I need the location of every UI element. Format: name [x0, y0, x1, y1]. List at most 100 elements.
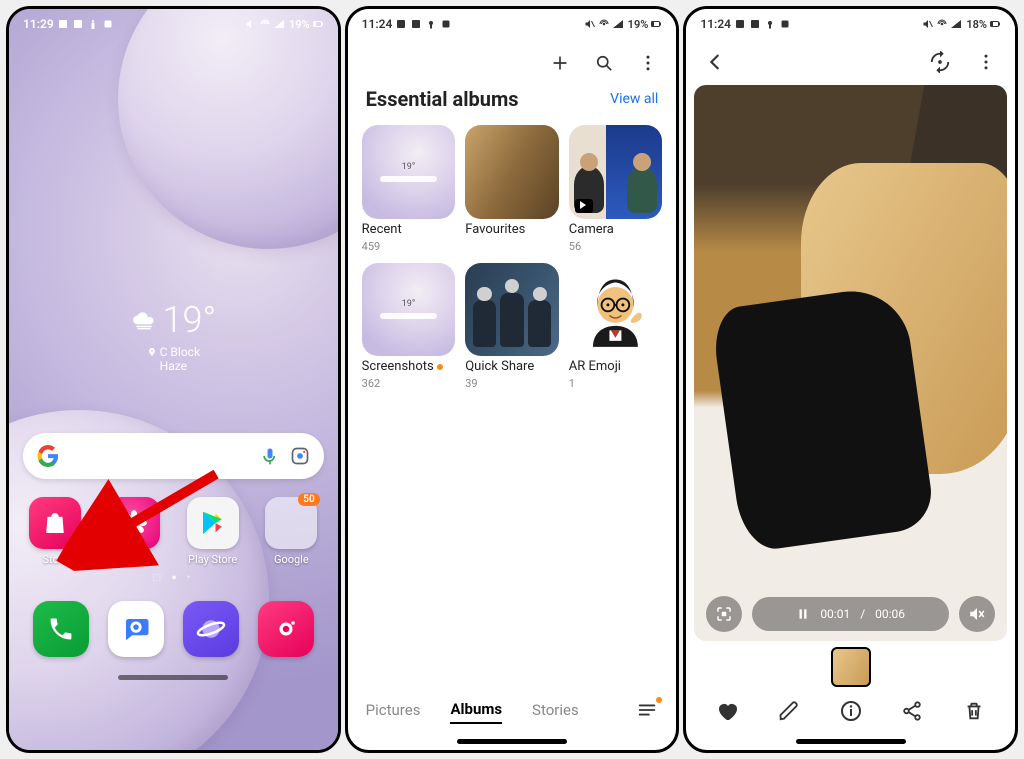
dock-phone[interactable]	[33, 601, 89, 657]
lens-icon[interactable]	[290, 446, 310, 466]
favourite-button[interactable]	[713, 697, 741, 725]
album-count: 459	[362, 240, 456, 253]
mute-button[interactable]	[959, 596, 995, 632]
pause-icon	[796, 607, 810, 621]
weather-location: C Block	[160, 345, 200, 359]
battery-percent: 19%	[289, 18, 310, 31]
album-thumb: 19°	[362, 263, 456, 357]
dock-messages[interactable]	[108, 601, 164, 657]
album-recent[interactable]: 19° Recent 459	[362, 125, 456, 253]
current-frame-thumb	[831, 647, 871, 687]
search-button[interactable]	[594, 53, 614, 73]
status-bar: 11:24 19%	[348, 9, 677, 39]
album-name: Quick Share	[465, 359, 559, 374]
frame-strip[interactable]	[686, 641, 1015, 689]
cloud-icon	[131, 307, 157, 333]
hamburger-icon	[636, 699, 658, 721]
tab-albums[interactable]: Albums	[450, 700, 502, 724]
status-time: 11:24	[362, 17, 393, 31]
album-screenshots[interactable]: 19° Screenshots 362	[362, 263, 456, 391]
gesture-bar[interactable]	[796, 739, 906, 744]
phone-icon	[47, 615, 75, 643]
tab-pictures[interactable]: Pictures	[366, 701, 421, 723]
chevron-left-icon	[704, 51, 726, 73]
album-thumb	[465, 125, 559, 219]
gesture-bar[interactable]	[457, 739, 567, 744]
add-button[interactable]	[550, 53, 570, 73]
playback-pill[interactable]: 00:01 / 00:06	[752, 597, 949, 631]
edit-button[interactable]	[775, 697, 803, 725]
album-quick-share[interactable]: Quick Share 39	[465, 263, 559, 391]
more-button[interactable]	[973, 49, 999, 75]
album-thumb	[569, 263, 663, 357]
video-player[interactable]: 00:01 / 00:06	[694, 85, 1007, 641]
weather-temp: 19°	[163, 299, 217, 341]
album-name: Recent	[362, 222, 456, 237]
tabs-menu-button[interactable]	[636, 699, 658, 725]
share-icon	[901, 700, 923, 722]
delete-button[interactable]	[960, 697, 988, 725]
kebab-icon	[638, 53, 658, 73]
album-count: 56	[569, 240, 663, 253]
info-icon	[839, 699, 863, 723]
mute-icon	[968, 605, 986, 623]
weather-widget[interactable]: 19° C Block Haze	[9, 299, 338, 373]
notification-dot-icon	[656, 697, 662, 703]
weather-condition: Haze	[9, 359, 338, 373]
share-button[interactable]	[898, 697, 926, 725]
album-count: 1	[569, 377, 663, 390]
remaster-icon	[929, 51, 951, 73]
section-title: Essential albums	[366, 87, 519, 111]
capture-frame-button[interactable]	[706, 596, 742, 632]
back-button[interactable]	[702, 49, 728, 75]
video-content	[710, 284, 936, 553]
shopping-bag-icon	[40, 508, 70, 538]
gesture-bar[interactable]	[118, 675, 228, 680]
status-time: 11:24	[700, 17, 731, 31]
album-thumb: 19°	[362, 125, 456, 219]
avatar-icon	[578, 272, 653, 347]
dock	[9, 583, 338, 675]
album-name: Favourites	[465, 222, 559, 237]
status-time: 11:29	[23, 17, 54, 31]
trash-icon	[963, 700, 985, 722]
location-pin-icon	[147, 347, 157, 357]
more-button[interactable]	[638, 53, 658, 73]
album-count: 39	[465, 377, 559, 390]
status-bar: 11:24 18%	[686, 9, 1015, 39]
info-button[interactable]	[837, 697, 865, 725]
tab-stories[interactable]: Stories	[532, 701, 579, 723]
dock-camera[interactable]	[258, 601, 314, 657]
total-duration: 00:06	[875, 607, 905, 621]
elapsed-time: 00:01	[820, 607, 850, 621]
album-ar-emoji[interactable]: AR Emoji 1	[569, 263, 663, 391]
app-label: Play Store	[188, 553, 237, 566]
dock-browser[interactable]	[183, 601, 239, 657]
album-name: Camera	[569, 222, 663, 237]
gallery-albums-screenshot: 11:24 19% Essential albums View all	[345, 6, 680, 753]
plus-icon	[550, 53, 570, 73]
battery-percent: 18%	[966, 18, 987, 31]
pencil-icon	[778, 700, 800, 722]
mic-icon[interactable]	[260, 446, 280, 466]
camera-icon	[273, 616, 299, 642]
capture-icon	[715, 605, 733, 623]
notification-dot-icon	[437, 364, 443, 370]
status-bar: 11:29 19%	[9, 9, 338, 39]
search-icon	[594, 53, 614, 73]
album-favourites[interactable]: Favourites	[465, 125, 559, 253]
album-name: AR Emoji	[569, 359, 663, 374]
album-thumb	[465, 263, 559, 357]
video-viewer-screenshot: 11:24 18%	[683, 6, 1018, 753]
app-label: Google	[274, 553, 309, 566]
album-count: 362	[362, 377, 456, 390]
album-camera[interactable]: Camera 56	[569, 125, 663, 253]
view-all-link[interactable]: View all	[610, 91, 658, 107]
kebab-icon	[976, 52, 996, 72]
album-name: Screenshots	[362, 359, 456, 374]
folder-google[interactable]: 50 Google	[255, 497, 328, 566]
home-screenshot: 11:29 19% 19° C Block Haze	[6, 6, 341, 753]
remaster-button[interactable]	[927, 49, 953, 75]
battery-percent: 19%	[628, 18, 649, 31]
planet-icon	[196, 614, 226, 644]
